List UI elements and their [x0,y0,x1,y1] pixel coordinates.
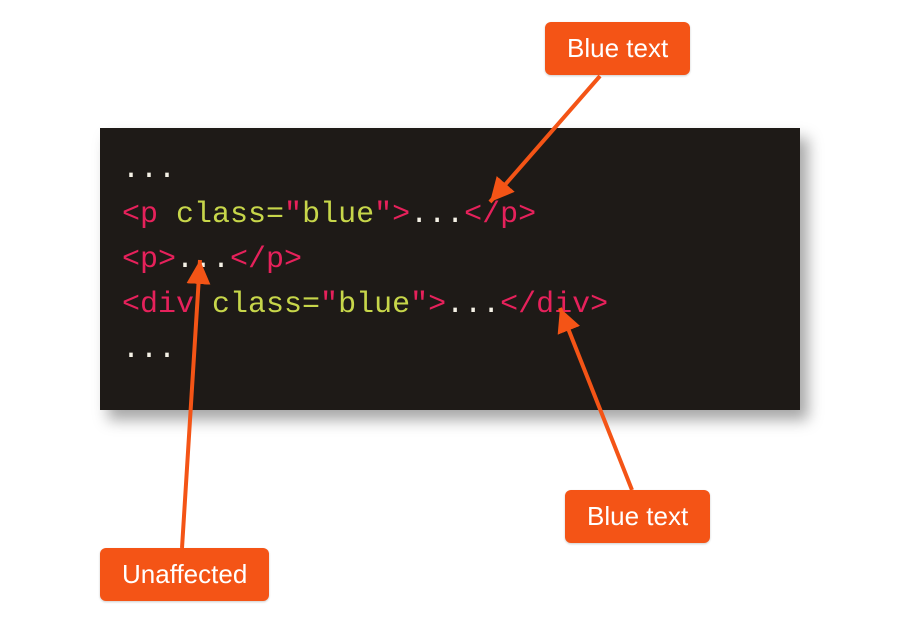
code-angle: > [428,288,446,322]
code-ellipsis: ... [122,153,176,187]
code-line-2: <p class="blue">...</p> [122,193,778,238]
code-ellipsis: ... [410,198,464,232]
code-panel: ... <p class="blue">...</p> <p>...</p> <… [100,128,800,410]
callout-blue-text-bottom: Blue text [565,490,710,543]
code-quote: " [374,198,392,232]
code-line-5: ... [122,328,778,373]
code-quote: " [410,288,428,322]
code-tag-open: <p [122,198,176,232]
code-attr-name: class= [176,198,284,232]
diagram-stage: ... <p class="blue">...</p> <p>...</p> <… [0,0,900,637]
code-quote: " [284,198,302,232]
callout-blue-text-top: Blue text [545,22,690,75]
code-quote: " [320,288,338,322]
code-line-3: <p>...</p> [122,238,778,283]
code-line-4: <div class="blue">...</div> [122,283,778,328]
code-tag-close: </div> [500,288,608,322]
code-attr-value: blue [338,288,410,322]
code-line-1: ... [122,148,778,193]
code-attr-value: blue [302,198,374,232]
code-angle: > [392,198,410,232]
code-ellipsis: ... [446,288,500,322]
code-tag-close: </p> [464,198,536,232]
code-ellipsis: ... [122,333,176,367]
code-tag-close: </p> [230,243,302,277]
code-tag-open: <div [122,288,212,322]
code-tag-open: <p> [122,243,176,277]
callout-unaffected: Unaffected [100,548,269,601]
code-ellipsis: ... [176,243,230,277]
code-attr-name: class= [212,288,320,322]
